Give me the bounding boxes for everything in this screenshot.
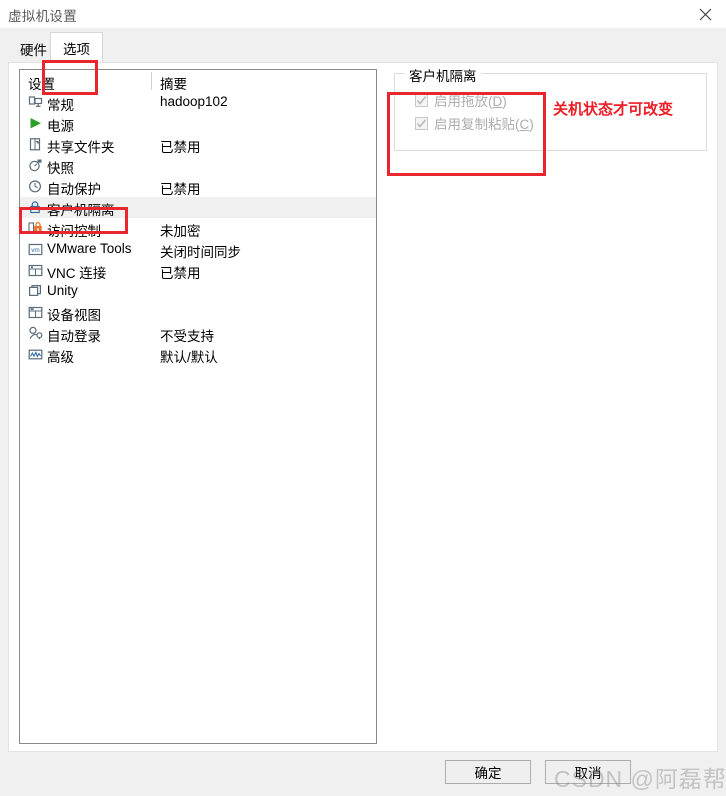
settings-row[interactable]: 客户机隔离 [20,197,376,218]
settings-row[interactable]: vm VMware Tools 关闭时间同步 [20,239,376,260]
vnc-icon [28,264,43,277]
enable-drag-drop-text-end: ) [502,94,507,109]
enable-drag-drop-label: 启用拖放(D) [434,90,507,110]
enable-drag-drop-accel: D [492,94,503,109]
enable-drag-drop-text: 启用拖放( [434,94,493,109]
settings-row-label: 电源 [47,119,74,134]
enable-copy-paste-text: 启用复制粘贴( [434,117,520,132]
options-tab-page: 设置 摘要 常规 hadoop102 电源 共享文件夹 已禁用 快照 自动保护 已禁用 客户机隔… [8,62,718,752]
enable-copy-paste-label: 启用复制粘贴(C) [434,113,534,133]
settings-row-summary: 已禁用 [160,266,201,281]
advanced-icon [28,349,43,360]
settings-row-summary: 已禁用 [160,182,201,197]
settings-row-label: 设备视图 [47,308,101,323]
enable-drag-drop-checkbox-row[interactable]: 启用拖放(D) [415,90,507,110]
cancel-button[interactable]: 取消 [545,760,631,784]
settings-row-label: 客户机隔离 [47,203,115,218]
settings-row[interactable]: 快照 [20,155,376,176]
list-header: 设置 摘要 [20,70,376,92]
vmware-tools-icon: vm [28,243,43,256]
settings-row-label: 自动保护 [47,182,101,197]
settings-row-label: 自动登录 [47,329,101,344]
ok-button-label: 确定 [474,766,502,781]
window-title-bar: 虚拟机设置 [0,0,726,28]
tab-options-label: 选项 [63,41,90,57]
enable-drag-drop-checkbox[interactable] [415,93,428,107]
settings-row[interactable]: 自动登录 不受支持 [20,323,376,344]
device-view-icon [28,306,43,319]
autologin-icon [29,326,43,340]
settings-row-label: 常规 [47,98,74,113]
lock-icon [30,201,40,214]
close-icon[interactable] [684,0,726,28]
dialog-footer: 确定 取消 [0,756,726,796]
settings-row[interactable]: 常规 hadoop102 [20,92,376,113]
settings-row-summary: 已禁用 [160,140,201,155]
enable-copy-paste-text-end: ) [529,117,534,132]
settings-row[interactable]: Unity [20,281,376,302]
settings-row-label: 高级 [47,350,74,365]
settings-row[interactable]: VNC 连接 已禁用 [20,260,376,281]
monitor-icon [28,96,43,107]
settings-row-label: VMware Tools [47,241,132,256]
enable-copy-paste-accel: C [519,117,530,132]
access-lock-icon [28,221,42,234]
ok-button[interactable]: 确定 [445,760,531,784]
settings-rows: 常规 hadoop102 电源 共享文件夹 已禁用 快照 自动保护 已禁用 客户机隔离 访问控制未… [20,92,376,365]
settings-row[interactable]: 高级 默认/默认 [20,344,376,365]
tab-strip: 硬件 选项 [8,32,718,63]
folder-icon [29,138,41,151]
tab-options[interactable]: 选项 [50,32,103,63]
settings-row-summary: 未加密 [160,224,201,239]
settings-row-label: Unity [47,283,78,298]
settings-row-summary: 关闭时间同步 [160,245,241,260]
settings-row[interactable]: 设备视图 [20,302,376,323]
tab-hardware-label: 硬件 [20,42,47,58]
camera-icon [29,159,42,172]
settings-row[interactable]: 电源 [20,113,376,134]
column-divider [151,72,152,90]
column-header-summary: 摘要 [160,77,187,92]
settings-row-label: 访问控制 [47,224,101,239]
power-play-icon [30,118,41,129]
settings-row-summary: hadoop102 [160,94,228,109]
settings-row-summary: 不受支持 [160,329,214,344]
annotation-note: 关机状态才可改变 [553,101,674,118]
vm-settings-dialog: 硬件 选项 设置 摘要 常规 hadoop102 电源 共享文件夹 已禁用 快照 自动保护已… [0,28,726,796]
settings-row-label: 快照 [47,161,74,176]
cancel-button-label: 取消 [574,766,602,781]
settings-row[interactable]: 自动保护 已禁用 [20,176,376,197]
options-right-pane: 客户机隔离 启用拖放(D) 启用复制粘贴(C) 关机状态才可改变 [394,65,709,744]
enable-copy-paste-checkbox-row[interactable]: 启用复制粘贴(C) [415,113,534,133]
enable-copy-paste-checkbox[interactable] [415,116,428,130]
settings-row-label: 共享文件夹 [47,140,115,155]
unity-icon [29,285,41,297]
guest-isolation-title: 客户机隔离 [405,65,481,85]
clock-icon [28,180,42,193]
settings-row[interactable]: 共享文件夹 已禁用 [20,134,376,155]
settings-row[interactable]: 访问控制 未加密 [20,218,376,239]
svg-text:vm: vm [31,247,40,254]
column-header-settings: 设置 [28,77,55,92]
settings-list[interactable]: 设置 摘要 常规 hadoop102 电源 共享文件夹 已禁用 快照 自动保护 已禁用 客户机隔… [19,69,377,744]
settings-row-summary: 默认/默认 [160,350,218,365]
settings-row-label: VNC 连接 [47,266,107,281]
window-title: 虚拟机设置 [8,9,77,24]
